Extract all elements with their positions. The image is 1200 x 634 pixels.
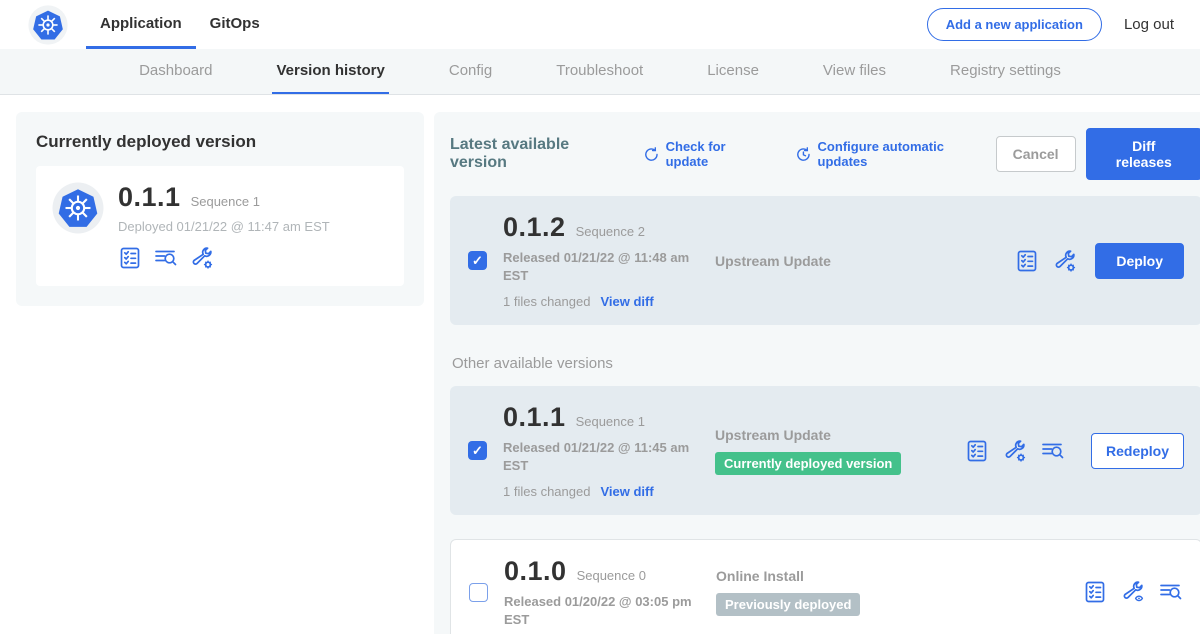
preflight-checks-icon[interactable]: [118, 246, 142, 270]
release-notes-search-icon[interactable]: [154, 246, 178, 270]
files-changed-count: 1 files changed: [503, 294, 590, 309]
deployed-version-number: 0.1.1: [118, 182, 181, 213]
version-number: 0.1.2: [503, 212, 566, 243]
deployed-sequence: Sequence 1: [191, 194, 260, 209]
check-for-update-link[interactable]: Check for update: [643, 139, 771, 169]
preflight-checks-icon[interactable]: [1083, 580, 1107, 604]
tab-application[interactable]: Application: [86, 0, 196, 49]
version-checkbox[interactable]: ✓: [468, 441, 487, 460]
view-diff-link[interactable]: View diff: [600, 294, 653, 309]
version-history-page: Currently deployed version: [0, 95, 1200, 634]
deployed-panel-title: Currently deployed version: [36, 132, 404, 152]
auto-update-clock-icon: [795, 146, 812, 163]
version-row-0-1-2: ✓ 0.1.2 Sequence 2 Released 01/21/22 @ 1…: [450, 196, 1200, 325]
version-sequence: Sequence 1: [576, 414, 645, 429]
files-changed-count: 1 files changed: [503, 484, 590, 499]
version-row-0-1-0: 0.1.0 Sequence 0 Released 01/20/22 @ 03:…: [450, 539, 1200, 634]
available-versions-panel: Latest available version Check for updat…: [434, 112, 1200, 634]
version-row-0-1-1: ✓ 0.1.1 Sequence 1 Released 01/21/22 @ 1…: [450, 386, 1200, 515]
subtab-config[interactable]: Config: [445, 49, 496, 94]
config-wrench-gear-icon[interactable]: [1003, 439, 1027, 463]
refresh-icon: [643, 146, 660, 163]
app-kubernetes-icon: [52, 182, 104, 234]
latest-version-header: Latest available version Check for updat…: [450, 128, 1200, 180]
released-timestamp: Released 01/20/22 @ 03:05 pm EST: [504, 593, 694, 628]
version-sequence: Sequence 0: [577, 568, 646, 583]
top-tabs: Application GitOps: [86, 0, 274, 49]
deployed-version-card: 0.1.1 Sequence 1 Deployed 01/21/22 @ 11:…: [36, 166, 404, 286]
kubernetes-logo[interactable]: [28, 5, 68, 45]
version-checkbox[interactable]: [469, 583, 488, 602]
logout-button[interactable]: Log out: [1124, 16, 1174, 33]
config-view-wrench-eye-icon[interactable]: [1121, 580, 1145, 604]
other-versions-label: Other available versions: [452, 355, 1200, 372]
deploy-button[interactable]: Deploy: [1095, 243, 1184, 279]
released-timestamp: Released 01/21/22 @ 11:48 am EST: [503, 249, 693, 284]
subtab-registry-settings[interactable]: Registry settings: [946, 49, 1065, 94]
subtab-view-files[interactable]: View files: [819, 49, 890, 94]
configure-automatic-updates-link[interactable]: Configure automatic updates: [795, 139, 996, 169]
subtab-troubleshoot[interactable]: Troubleshoot: [552, 49, 647, 94]
release-notes-search-icon[interactable]: [1041, 439, 1065, 463]
version-source: Online Install: [716, 568, 966, 584]
add-application-button[interactable]: Add a new application: [927, 8, 1102, 41]
version-sequence: Sequence 2: [576, 224, 645, 239]
currently-deployed-badge: Currently deployed version: [715, 452, 901, 475]
preflight-checks-icon[interactable]: [1015, 249, 1039, 273]
version-source: Upstream Update: [715, 427, 965, 443]
release-notes-search-icon[interactable]: [1159, 580, 1183, 604]
view-diff-link[interactable]: View diff: [600, 484, 653, 499]
latest-version-title: Latest available version: [450, 136, 629, 172]
version-number: 0.1.1: [503, 402, 566, 433]
app-sub-nav: Dashboard Version history Config Trouble…: [0, 49, 1200, 95]
config-wrench-gear-icon[interactable]: [190, 246, 214, 270]
subtab-dashboard[interactable]: Dashboard: [135, 49, 216, 94]
previously-deployed-badge: Previously deployed: [716, 593, 860, 616]
deployed-timestamp: Deployed 01/21/22 @ 11:47 am EST: [118, 219, 330, 234]
version-source: Upstream Update: [715, 253, 965, 269]
cancel-button[interactable]: Cancel: [996, 136, 1076, 172]
top-nav: Application GitOps Add a new application…: [0, 0, 1200, 49]
released-timestamp: Released 01/21/22 @ 11:45 am EST: [503, 439, 693, 474]
preflight-checks-icon[interactable]: [965, 439, 989, 463]
tab-gitops[interactable]: GitOps: [196, 0, 274, 49]
subtab-license[interactable]: License: [703, 49, 763, 94]
diff-releases-button[interactable]: Diff releases: [1086, 128, 1200, 180]
currently-deployed-panel: Currently deployed version: [16, 112, 424, 306]
version-checkbox[interactable]: ✓: [468, 251, 487, 270]
version-number: 0.1.0: [504, 556, 567, 587]
subtab-version-history[interactable]: Version history: [272, 49, 388, 94]
redeploy-button[interactable]: Redeploy: [1091, 433, 1184, 469]
config-wrench-gear-icon[interactable]: [1053, 249, 1077, 273]
